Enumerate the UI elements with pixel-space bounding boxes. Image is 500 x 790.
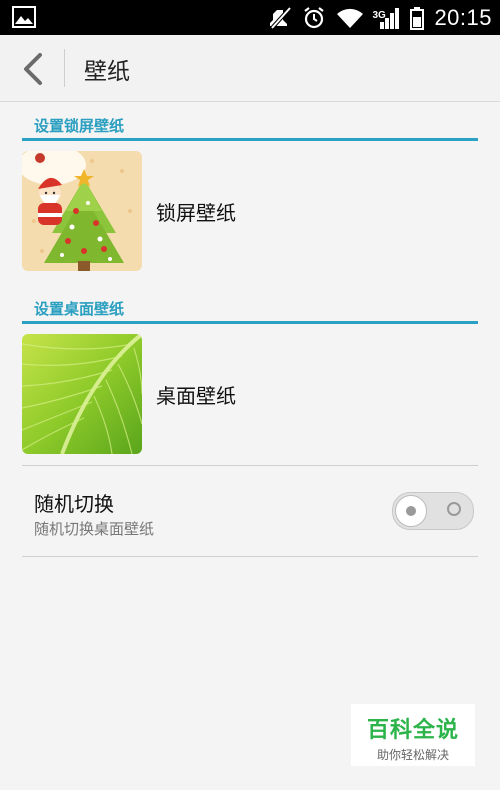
wifi-icon [337,8,364,28]
home-wallpaper-section-header: 设置桌面壁纸 [22,290,478,324]
home-wallpaper-thumbnail[interactable] [22,334,142,454]
image-icon [12,6,36,28]
watermark-logo: 百科全说 助你轻松解决 [351,704,475,766]
mute-icon [270,6,292,29]
section-underline [22,321,478,324]
watermark-main-text: 百科全说 [366,718,459,743]
clock-time: 20:15 [434,4,492,30]
lock-wallpaper-section-header: 设置锁屏壁纸 [22,107,478,141]
watermark-sub-text: 助你轻松解决 [376,748,449,762]
lock-wallpaper-item[interactable]: 锁屏壁纸 [22,151,478,273]
lock-wallpaper-label: 锁屏壁纸 [156,201,236,225]
random-switch-toggle[interactable] [392,492,474,530]
toggle-knob [395,495,427,527]
lock-wallpaper-thumbnail[interactable] [22,151,142,271]
battery-icon [410,6,425,30]
page-title: 壁纸 [84,59,130,85]
divider [22,556,478,557]
title-divider [64,49,65,87]
random-switch-row[interactable]: 随机切换 随机切换桌面壁纸 [22,472,478,556]
signal-icon: 3G [372,6,400,30]
random-switch-subtitle: 随机切换桌面壁纸 [34,520,155,538]
status-bar: 3G 20:15 [0,0,500,35]
random-switch-title: 随机切换 [34,492,114,516]
home-wallpaper-section-label: 设置桌面壁纸 [34,300,125,318]
divider [22,465,478,466]
chevron-left-icon [24,53,42,85]
home-wallpaper-item[interactable]: 桌面壁纸 [22,334,478,456]
alarm-icon [304,6,325,28]
title-bar: 壁纸 [0,35,500,102]
back-button[interactable] [14,49,54,89]
section-underline [22,138,478,141]
lock-wallpaper-section-label: 设置锁屏壁纸 [34,117,125,135]
toggle-off-indicator-icon [447,502,461,516]
home-wallpaper-label: 桌面壁纸 [156,384,236,408]
